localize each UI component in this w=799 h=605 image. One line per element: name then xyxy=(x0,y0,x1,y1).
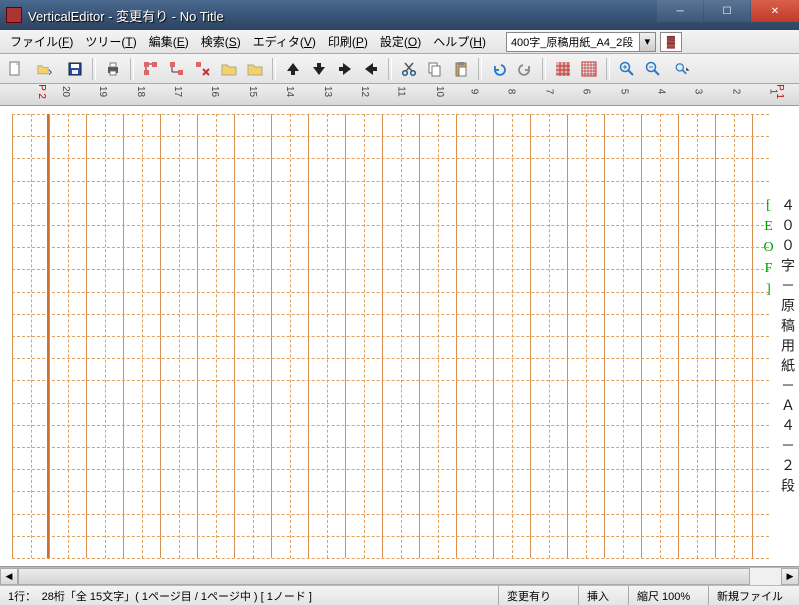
scroll-track[interactable] xyxy=(18,568,781,585)
menu-tree[interactable]: ツリー(T) xyxy=(79,31,142,52)
print-button[interactable] xyxy=(102,58,124,80)
save-file-button[interactable] xyxy=(64,58,86,80)
ruler-tick: 12 xyxy=(359,86,370,97)
arrow-up-button[interactable] xyxy=(282,58,304,80)
ruler-tick: 7 xyxy=(543,89,554,95)
undo-button[interactable] xyxy=(488,58,510,80)
scroll-thumb[interactable] xyxy=(18,568,750,585)
zoom-reset-button[interactable] xyxy=(668,58,698,80)
grid1-button[interactable] xyxy=(552,58,574,80)
ruler-tick: 18 xyxy=(135,86,146,97)
horizontal-scrollbar[interactable]: ◀ ▶ xyxy=(0,567,799,585)
status-filename: 新規ファイル xyxy=(709,586,799,605)
ruler-tick: 13 xyxy=(322,86,333,97)
menu-editor[interactable]: エディタ(V) xyxy=(247,31,322,52)
title-bar: VerticalEditor - 変更有り - No Title ─ ☐ ✕ xyxy=(0,0,799,30)
ruler-tick: 19 xyxy=(97,86,108,97)
menu-print[interactable]: 印刷(P) xyxy=(322,31,374,52)
app-icon xyxy=(6,7,22,23)
copy-button[interactable] xyxy=(424,58,446,80)
manuscript-paper xyxy=(12,114,769,558)
folder2-button[interactable] xyxy=(244,58,266,80)
ruler-tick: 6 xyxy=(580,89,591,95)
toolbar xyxy=(0,54,799,84)
window-title: VerticalEditor - 変更有り - No Title xyxy=(28,6,656,25)
status-insert-mode: 挿入 xyxy=(579,586,629,605)
status-changed: 変更有り xyxy=(499,586,579,605)
document-style-value: 400字_原稿用紙_A4_2段 xyxy=(507,34,639,50)
folder1-button[interactable] xyxy=(218,58,240,80)
ruler-tick: 14 xyxy=(284,86,295,97)
grid2-button[interactable] xyxy=(578,58,600,80)
ruler-tick: 17 xyxy=(172,86,183,97)
ruler-tick: 20 xyxy=(60,86,71,97)
status-zoom: 縮尺 100% xyxy=(629,586,709,605)
arrow-right-button[interactable] xyxy=(334,58,356,80)
ruler-tick: 10 xyxy=(434,86,445,97)
ruler-tick: 2 xyxy=(730,89,741,95)
menu-bar: ファイル(F) ツリー(T) 編集(E) 検索(S) エディタ(V) 印刷(P)… xyxy=(0,30,799,54)
tree-cut-button[interactable] xyxy=(192,58,214,80)
open-file-button[interactable] xyxy=(30,58,60,80)
ruler-tick: 1 xyxy=(767,89,778,95)
maximize-button[interactable]: ☐ xyxy=(704,0,750,22)
menu-edit[interactable]: 編集(E) xyxy=(143,31,195,52)
ruler-tick: 5 xyxy=(618,89,629,95)
ruler-tick: 3 xyxy=(693,89,704,95)
tree-node1-button[interactable] xyxy=(140,58,162,80)
arrow-left-button[interactable] xyxy=(360,58,382,80)
ruler-tick: 15 xyxy=(247,86,258,97)
cut-button[interactable] xyxy=(398,58,420,80)
ruler-tick: 8 xyxy=(506,89,517,95)
ruler-tick: 4 xyxy=(655,89,666,95)
ruler-page-left: P 2 xyxy=(36,84,47,99)
arrow-down-button[interactable] xyxy=(308,58,330,80)
minimize-button[interactable]: ─ xyxy=(657,0,703,22)
ruler-tick: 11 xyxy=(396,86,407,96)
status-position: 1行： 28桁「全 15文字」( 1ページ目 / 1ページ中 ) [ 1ノード … xyxy=(0,586,499,605)
status-bar: 1行： 28桁「全 15文字」( 1ページ目 / 1ページ中 ) [ 1ノード … xyxy=(0,585,799,605)
zoom-in-button[interactable] xyxy=(616,58,638,80)
content-text: ４００字－原稿用紙－Ａ４－２段 xyxy=(779,198,794,498)
tree-node2-button[interactable] xyxy=(166,58,188,80)
close-button[interactable]: ✕ xyxy=(751,0,799,22)
ruler-tick: 16 xyxy=(210,86,221,97)
scroll-left-button[interactable]: ◀ xyxy=(0,568,18,585)
menu-file[interactable]: ファイル(F) xyxy=(4,31,79,52)
x-icon: ▓ xyxy=(667,36,675,48)
new-file-button[interactable] xyxy=(4,58,26,80)
menu-search[interactable]: 検索(S) xyxy=(195,31,247,52)
redo-button[interactable] xyxy=(514,58,536,80)
ruler-tick: 9 xyxy=(468,89,479,95)
chevron-down-icon[interactable]: ▾ xyxy=(639,33,655,51)
eof-marker: [EOF] xyxy=(761,198,776,303)
content-column-1: ４００字－原稿用紙－Ａ４－２段[EOF] xyxy=(777,198,795,566)
menu-settings[interactable]: 設定(O) xyxy=(374,31,427,52)
paste-button[interactable] xyxy=(450,58,472,80)
window-buttons: ─ ☐ ✕ xyxy=(656,0,799,30)
zoom-out-button[interactable] xyxy=(642,58,664,80)
style-delete-button[interactable]: ▓ xyxy=(660,32,682,52)
ruler: P 2 P 1 2019181716151413121110987654321 xyxy=(0,84,799,106)
editor-area[interactable]: ４００字－原稿用紙－Ａ４－２段[EOF] xyxy=(0,106,799,567)
scroll-right-button[interactable]: ▶ xyxy=(781,568,799,585)
menu-help[interactable]: ヘルプ(H) xyxy=(427,31,492,52)
document-style-combo[interactable]: 400字_原稿用紙_A4_2段 ▾ xyxy=(506,32,656,52)
